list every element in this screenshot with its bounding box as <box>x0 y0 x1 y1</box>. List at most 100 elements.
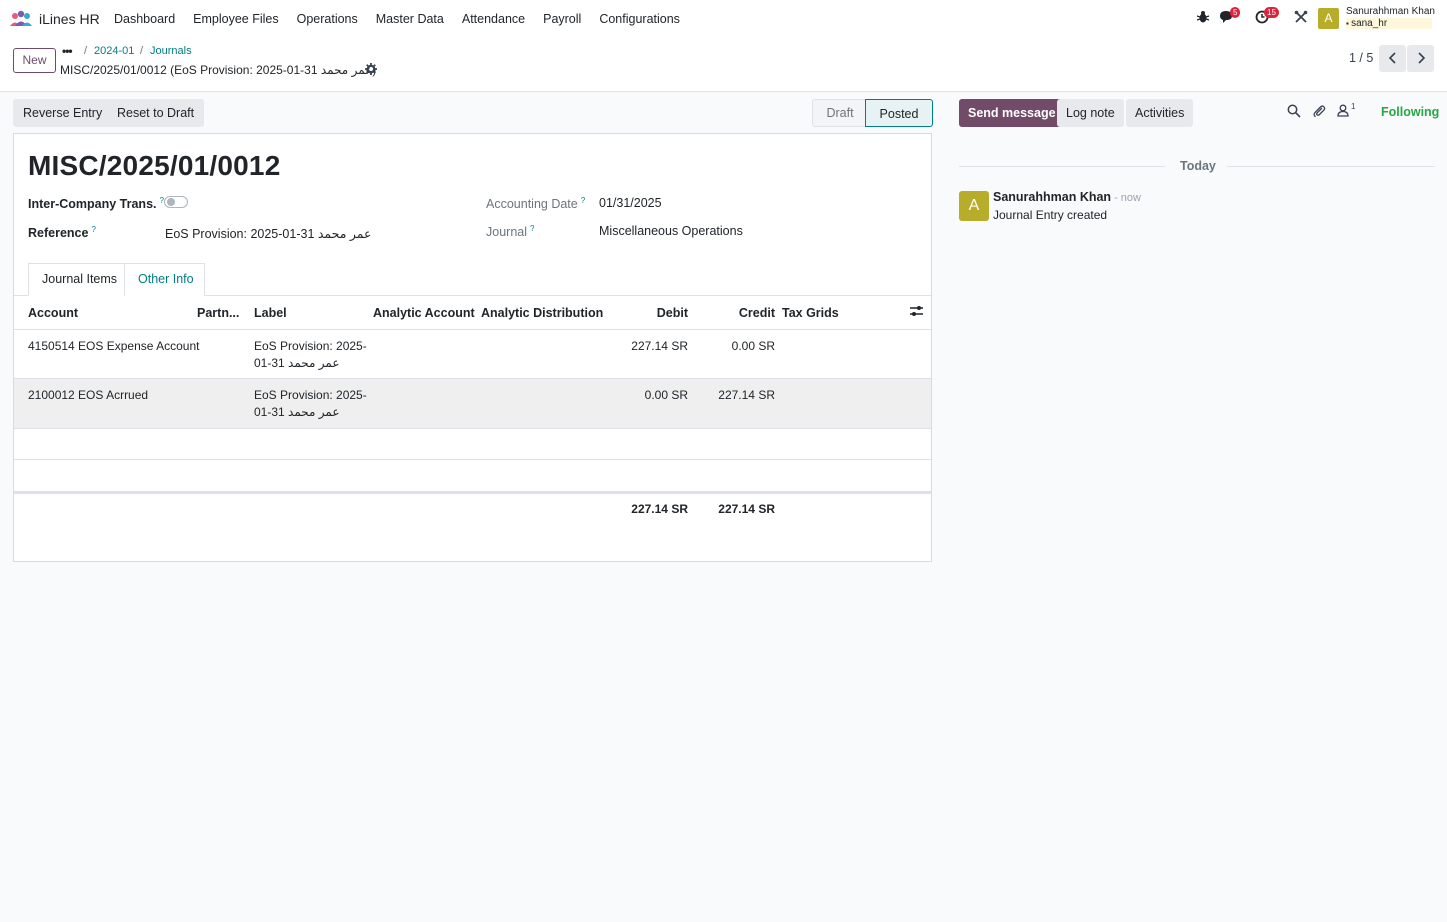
pager-value[interactable]: 1 / 5 <box>1349 51 1373 65</box>
user-avatar[interactable]: A <box>1318 8 1339 29</box>
help-tooltip-icon[interactable]: ? <box>581 196 585 205</box>
following-button[interactable]: Following <box>1381 105 1439 119</box>
row-label-line2[interactable]: 01-31 عمر محمد <box>254 355 340 372</box>
followers-icon[interactable] <box>1337 104 1349 120</box>
status-posted[interactable]: Posted <box>865 99 933 127</box>
col-debit[interactable]: Debit <box>631 306 688 320</box>
log-note-button[interactable]: Log note <box>1057 99 1124 127</box>
record-title: MISC/2025/01/0012 (EoS Provision: 2025-0… <box>60 63 377 77</box>
search-icon[interactable] <box>1287 104 1301 121</box>
message-author[interactable]: Sanurahhman Khan - now <box>993 190 1141 204</box>
breadcrumb-period[interactable]: 2024-01 <box>94 45 134 57</box>
message-body: Journal Entry created <box>993 208 1108 222</box>
activities-button[interactable]: Activities <box>1126 99 1194 127</box>
breadcrumb-separator: / <box>84 45 88 57</box>
breadcrumb-separator: / <box>140 45 144 57</box>
table-footer: 227.14 SR 227.14 SR <box>14 492 931 516</box>
row-label-line2[interactable]: 01-31 عمر محمد <box>254 404 340 421</box>
journal-label-text: Journal <box>486 225 527 240</box>
author-avatar[interactable]: A <box>959 191 989 221</box>
tab-other-info[interactable]: Other Info <box>124 263 205 296</box>
table-row[interactable]: 4150514 EOS Expense Account EoS Provisio… <box>14 330 931 379</box>
tab-journal-items[interactable]: Journal Items <box>28 263 125 296</box>
date-divider <box>1227 166 1435 167</box>
col-partner[interactable]: Partn... <box>197 306 239 320</box>
entry-name: MISC/2025/01/0012 <box>28 150 281 181</box>
pager-previous-button[interactable] <box>1379 45 1406 72</box>
author-name[interactable]: Sanurahhman Khan <box>993 190 1111 204</box>
table-header: Account Partn... Label Analytic Account … <box>14 296 931 330</box>
breadcrumb-more-icon[interactable]: ••• <box>62 44 73 58</box>
row-debit[interactable]: 0.00 SR <box>618 387 688 404</box>
inter-company-label-text: Inter-Company Trans. <box>28 197 157 212</box>
database-label: sana_hr <box>1351 18 1388 29</box>
inter-company-label: Inter-Company Trans.? <box>28 196 164 211</box>
reference-field[interactable]: EoS Provision: 2025-01-31 عمر محمد <box>165 226 371 241</box>
reverse-entry-button[interactable]: Reverse Entry <box>13 99 113 127</box>
menu-employee-files[interactable]: Employee Files <box>184 0 287 38</box>
table-row[interactable]: 2100012 EOS Acrrued EoS Provision: 2025-… <box>14 379 931 429</box>
database-name: ▪ sana_hr <box>1346 18 1432 29</box>
optional-columns-icon[interactable] <box>910 305 923 320</box>
total-debit: 227.14 SR <box>631 502 688 516</box>
send-message-button[interactable]: Send message <box>959 99 1065 127</box>
pager-next-button[interactable] <box>1407 45 1434 72</box>
chevron-right-icon <box>1417 52 1425 64</box>
accounting-date-label-text: Accounting Date <box>486 197 578 212</box>
menu-dashboard[interactable]: Dashboard <box>105 0 184 38</box>
main-menu: Dashboard Employee Files Operations Mast… <box>105 0 689 38</box>
status-bar: Draft Posted <box>812 99 933 127</box>
col-analytic-distribution[interactable]: Analytic Distribution <box>481 306 603 320</box>
help-tooltip-icon[interactable]: ? <box>91 225 95 234</box>
activities-clock-icon[interactable]: 15 <box>1254 7 1279 26</box>
app-name[interactable]: iLines HR <box>39 11 100 27</box>
empty-row <box>14 429 931 460</box>
row-label-line1[interactable]: EoS Provision: 2025- <box>254 387 367 404</box>
inter-company-toggle[interactable] <box>164 196 188 208</box>
menu-operations[interactable]: Operations <box>288 0 367 38</box>
col-tax-grids[interactable]: Tax Grids <box>782 306 839 320</box>
control-panel: New ••• / 2024-01 / Journals MISC/2025/0… <box>0 38 1447 92</box>
menu-attendance[interactable]: Attendance <box>453 0 534 38</box>
accounting-date-label: Accounting Date? <box>486 196 585 211</box>
row-credit[interactable]: 0.00 SR <box>705 338 775 355</box>
row-label-line1[interactable]: EoS Provision: 2025- <box>254 338 367 355</box>
new-button[interactable]: New <box>13 48 56 73</box>
app-logo-icon[interactable] <box>10 10 32 28</box>
col-credit[interactable]: Credit <box>714 306 775 320</box>
total-credit: 227.14 SR <box>718 502 775 516</box>
debug-bug-icon[interactable] <box>1195 10 1211 26</box>
col-account[interactable]: Account <box>28 306 78 320</box>
top-navbar: iLines HR Dashboard Employee Files Opera… <box>0 0 1447 38</box>
status-draft[interactable]: Draft <box>813 100 867 126</box>
menu-configurations[interactable]: Configurations <box>590 0 689 38</box>
row-account[interactable]: 4150514 EOS Expense Account <box>28 338 199 355</box>
empty-row <box>14 460 931 492</box>
paperclip-icon[interactable] <box>1312 104 1326 121</box>
row-account[interactable]: 2100012 EOS Acrrued <box>28 387 148 404</box>
reference-label: Reference? <box>28 225 96 240</box>
followers-count: 1 <box>1351 102 1356 111</box>
row-credit[interactable]: 227.14 SR <box>705 387 775 404</box>
message-time: - now <box>1114 192 1141 204</box>
journal-label: Journal? <box>486 224 534 239</box>
accounting-date-field[interactable]: 01/31/2025 <box>599 196 662 210</box>
gear-icon[interactable] <box>365 63 377 78</box>
help-tooltip-icon[interactable]: ? <box>530 224 534 233</box>
journal-field[interactable]: Miscellaneous Operations <box>599 224 743 238</box>
toggle-knob <box>167 198 175 206</box>
menu-master-data[interactable]: Master Data <box>367 0 453 38</box>
activities-badge: 15 <box>1264 7 1279 18</box>
tools-icon[interactable] <box>1293 10 1309 26</box>
date-divider <box>959 166 1165 167</box>
reference-label-text: Reference <box>28 226 89 241</box>
form-sheet: MISC/2025/01/0012 Inter-Company Trans.? … <box>13 133 932 562</box>
user-name[interactable]: Sanurahhman Khan <box>1346 6 1435 17</box>
row-debit[interactable]: 227.14 SR <box>618 338 688 355</box>
messages-icon[interactable]: 5 <box>1219 7 1241 26</box>
reset-to-draft-button[interactable]: Reset to Draft <box>107 99 205 127</box>
menu-payroll[interactable]: Payroll <box>534 0 590 38</box>
breadcrumb-journals[interactable]: Journals <box>150 45 192 57</box>
col-analytic-account[interactable]: Analytic Account <box>373 306 475 320</box>
col-label[interactable]: Label <box>254 306 287 320</box>
